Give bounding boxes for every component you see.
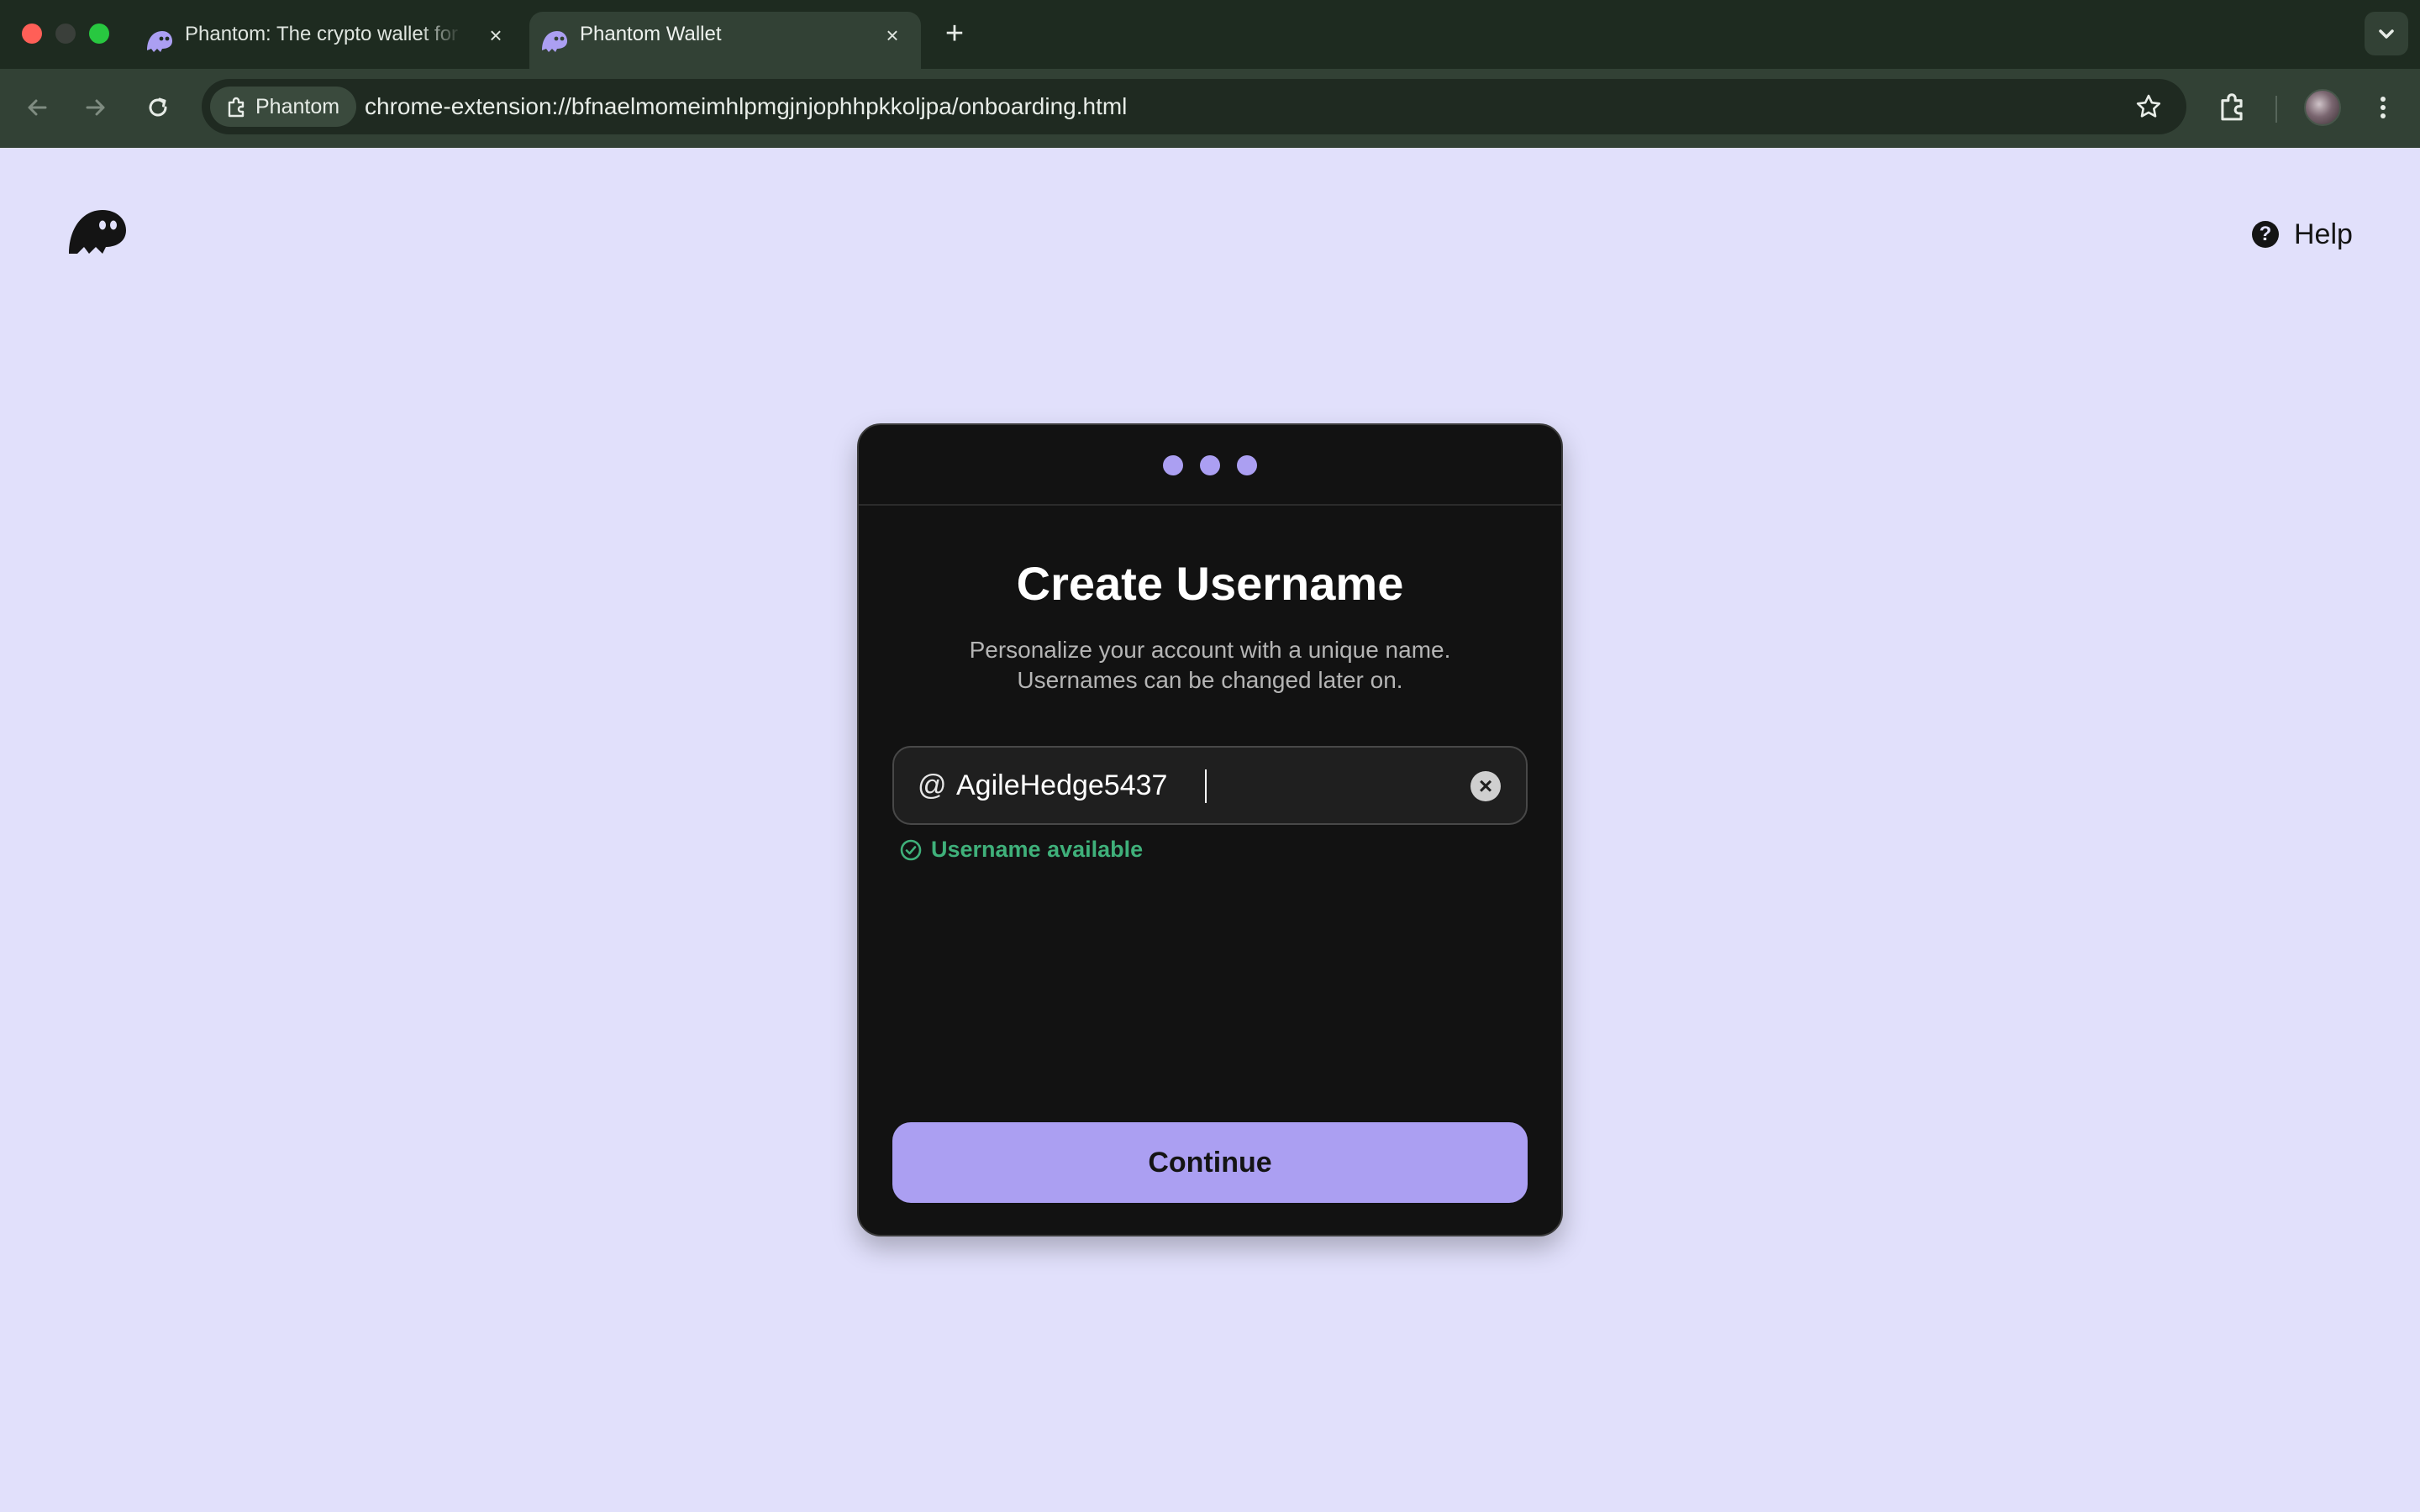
- window-close-button[interactable]: [22, 24, 42, 44]
- help-link[interactable]: ? Help: [2252, 215, 2353, 254]
- more-vertical-icon: [2381, 97, 2386, 118]
- extension-puzzle-icon: [228, 97, 245, 118]
- forward-button[interactable]: [77, 89, 114, 126]
- step-indicator: [859, 425, 1561, 506]
- arrow-right-icon: [86, 99, 105, 116]
- continue-button[interactable]: Continue: [892, 1122, 1528, 1203]
- subtitle-line: Usernames can be changed later on.: [1017, 667, 1403, 693]
- username-field[interactable]: @ ×: [892, 746, 1528, 825]
- extension-puzzle-icon: [2221, 93, 2243, 121]
- status-label: Username available: [931, 837, 1144, 862]
- at-sign-prefix: @: [918, 769, 947, 801]
- site-chip-label: Phantom: [255, 95, 340, 118]
- back-button[interactable]: [18, 89, 55, 126]
- username-input[interactable]: [956, 748, 1452, 823]
- chevron-down-icon: [2379, 29, 2394, 39]
- url-text[interactable]: chrome-extension://bfnaelmomeimhlpmgjnjo…: [365, 79, 1127, 134]
- onboarding-card: Create Username Personalize your account…: [857, 423, 1563, 1236]
- tab-close-icon[interactable]: ×: [484, 24, 508, 47]
- tab-close-icon[interactable]: ×: [881, 24, 904, 47]
- window-minimize-button[interactable]: [55, 24, 76, 44]
- phantom-logo-icon: [69, 210, 126, 254]
- phantom-favicon-icon: [147, 31, 172, 52]
- window-maximize-button[interactable]: [89, 24, 109, 44]
- browser-toolbar: Phantom chrome-extension://bfnaelmomeimh…: [0, 69, 2420, 148]
- arrow-left-icon: [28, 99, 47, 116]
- check-circle-icon: [900, 839, 922, 860]
- help-label: Help: [2294, 218, 2353, 250]
- browser-tab-phantom-site[interactable]: Phantom: The crypto wallet for DeFi & We…: [134, 12, 524, 69]
- tab-title: Phantom Wallet: [580, 23, 722, 45]
- bookmark-star-icon[interactable]: [2133, 91, 2165, 123]
- profile-avatar[interactable]: [2304, 89, 2341, 126]
- new-tab-button[interactable]: +: [939, 15, 970, 52]
- browser-tab-phantom-wallet[interactable]: Phantom Wallet ×: [529, 12, 921, 69]
- tab-search-button[interactable]: [2365, 12, 2408, 55]
- page-subtitle: Personalize your account with a unique n…: [859, 635, 1561, 696]
- subtitle-line: Personalize your account with a unique n…: [969, 637, 1451, 663]
- site-info-chip[interactable]: Phantom: [210, 87, 357, 127]
- clear-input-icon[interactable]: ×: [1470, 771, 1501, 801]
- address-bar[interactable]: Phantom chrome-extension://bfnaelmomeimh…: [202, 79, 2186, 134]
- reload-button[interactable]: [139, 89, 176, 126]
- browser-menu-button[interactable]: [2365, 89, 2402, 126]
- reload-icon: [149, 97, 167, 117]
- step-dot: [1163, 455, 1183, 475]
- help-question-icon: ?: [2252, 221, 2279, 248]
- browser-tab-strip: Phantom: The crypto wallet for DeFi & We…: [0, 0, 2420, 69]
- tab-title: Phantom: The crypto wallet for DeFi & We…: [185, 23, 462, 45]
- username-status: Username available: [899, 837, 1143, 863]
- phantom-favicon-icon: [542, 31, 567, 52]
- step-dot: [1237, 455, 1257, 475]
- toolbar-divider: [2275, 96, 2277, 123]
- text-caret: [1205, 769, 1207, 803]
- page-title: Create Username: [1016, 557, 1404, 610]
- step-dot: [1200, 455, 1220, 475]
- extensions-button[interactable]: [2213, 89, 2250, 126]
